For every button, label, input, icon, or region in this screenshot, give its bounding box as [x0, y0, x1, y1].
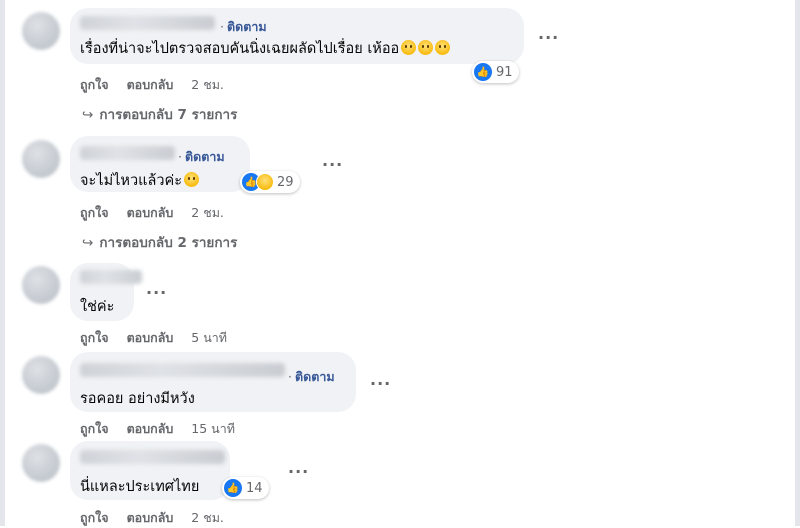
comment-text: รอคอย อย่างมีหวัง — [80, 391, 195, 407]
follow-link[interactable]: · ติดตาม — [220, 17, 267, 37]
right-edge — [795, 0, 800, 526]
more-icon[interactable]: ··· — [370, 374, 391, 393]
like-button[interactable]: ถูกใจ — [80, 330, 109, 345]
timestamp[interactable]: 2 ชม. — [191, 510, 224, 525]
avatar[interactable] — [22, 12, 60, 50]
avatar[interactable] — [22, 140, 60, 178]
reply-button[interactable]: ตอบกลับ — [127, 330, 174, 345]
author-name[interactable] — [80, 16, 215, 30]
left-edge — [0, 0, 5, 526]
comment-text: ใช่ค่ะ — [80, 299, 115, 315]
author-name[interactable] — [80, 270, 142, 284]
like-button[interactable]: ถูกใจ — [80, 77, 109, 92]
reaction-summary[interactable]: 👍 14 — [222, 477, 269, 499]
author-name[interactable] — [80, 363, 285, 377]
reaction-summary[interactable]: 👍 29 — [240, 171, 300, 193]
timestamp[interactable]: 5 นาที — [191, 330, 227, 345]
comment-text: นี่แหละประเทศไทย — [80, 479, 200, 495]
comment-actions: ถูกใจ ตอบกลับ 2 ชม. — [80, 203, 238, 223]
sad-icon — [256, 173, 274, 191]
reply-button[interactable]: ตอบกลับ — [127, 510, 174, 525]
author-name[interactable] — [80, 146, 175, 160]
avatar[interactable] — [22, 444, 60, 482]
reply-arrow-icon: ↪ — [82, 235, 94, 251]
like-button[interactable]: ถูกใจ — [80, 510, 109, 525]
reaction-summary[interactable]: 👍 91 — [472, 61, 519, 83]
emoji-icon — [184, 172, 199, 187]
more-icon[interactable]: ··· — [288, 462, 309, 481]
emoji-icon — [401, 40, 417, 55]
follow-link[interactable]: · ติดตาม — [178, 147, 225, 167]
emoji-icon — [418, 40, 434, 55]
timestamp[interactable]: 2 ชม. — [191, 205, 224, 220]
comment-actions: ถูกใจ ตอบกลับ 5 นาที — [80, 328, 241, 348]
like-button[interactable]: ถูกใจ — [80, 205, 109, 220]
avatar[interactable] — [22, 356, 60, 394]
like-icon: 👍 — [224, 479, 242, 497]
comment-actions: ถูกใจ ตอบกลับ 2 ชม. — [80, 508, 238, 528]
more-icon[interactable]: ··· — [322, 155, 343, 174]
reply-button[interactable]: ตอบกลับ — [127, 205, 174, 220]
comment-actions: ถูกใจ ตอบกลับ 15 นาที — [80, 419, 249, 439]
follow-link[interactable]: · ติดตาม — [288, 367, 335, 387]
emoji-icon — [435, 40, 451, 55]
view-replies-button[interactable]: ↪ การตอบกลับ 7 รายการ — [82, 103, 237, 125]
comment-text: เรื่องที่น่าจะไปตรวจสอบคันนิ่งเฉยผลัดไปเ… — [80, 37, 451, 60]
view-replies-button[interactable]: ↪ การตอบกลับ 2 รายการ — [82, 231, 237, 253]
like-button[interactable]: ถูกใจ — [80, 421, 109, 436]
timestamp[interactable]: 15 นาที — [191, 421, 235, 436]
author-name[interactable] — [80, 450, 225, 464]
reply-button[interactable]: ตอบกลับ — [127, 77, 174, 92]
reply-arrow-icon: ↪ — [82, 107, 94, 123]
avatar[interactable] — [22, 266, 60, 304]
more-icon[interactable]: ··· — [146, 283, 167, 302]
comment-actions: ถูกใจ ตอบกลับ 2 ชม. — [80, 75, 238, 95]
like-icon: 👍 — [474, 63, 492, 81]
comment-text: จะไม่ไหวแล้วค่ะ — [80, 169, 199, 192]
more-icon[interactable]: ··· — [538, 28, 559, 47]
reply-button[interactable]: ตอบกลับ — [127, 421, 174, 436]
timestamp[interactable]: 2 ชม. — [191, 77, 224, 92]
